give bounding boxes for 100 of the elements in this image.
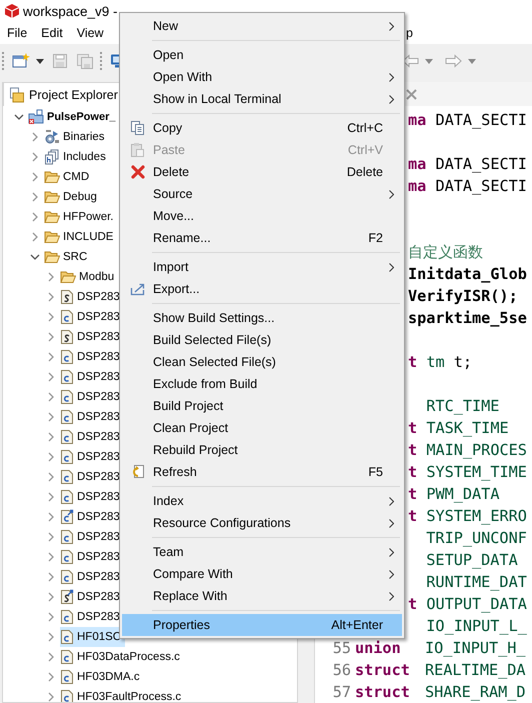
tree-item[interactable]: DSP283	[60, 327, 124, 347]
c-file-icon	[60, 569, 74, 585]
linked-c-file-icon	[60, 509, 74, 525]
menu-item[interactable]: Export...	[122, 278, 402, 300]
tree-item[interactable]: DSP283	[60, 587, 124, 607]
menu-item[interactable]: Build Project	[122, 395, 402, 417]
c-file-icon	[60, 369, 74, 385]
menu-item[interactable]: Open	[122, 44, 402, 66]
folder-icon	[44, 230, 60, 244]
c-file-icon	[60, 469, 74, 485]
caret-icon[interactable]	[36, 58, 44, 64]
menu-item[interactable]: Copy Ctrl+C	[122, 117, 402, 139]
binaries-icon	[44, 129, 60, 145]
tree-item[interactable]: HF03DMA.c	[60, 667, 144, 687]
tree-item[interactable]: DSP283	[60, 467, 124, 487]
c-file-icon	[60, 349, 74, 365]
menu-item[interactable]: Delete Delete	[122, 161, 402, 183]
menu-item[interactable]: Exclude from Build	[122, 373, 402, 395]
code-line: ma DATA_SECTI	[408, 176, 527, 197]
line-number: 56	[332, 660, 351, 681]
tree-item[interactable]: INCLUDE	[44, 227, 118, 247]
folder-icon	[44, 190, 60, 204]
asm-file-icon	[60, 329, 74, 345]
asm-file-icon	[60, 289, 74, 305]
c-file-icon	[60, 649, 74, 665]
tree-item[interactable]: HF03DataProcess.c	[60, 647, 184, 667]
menu-item[interactable]: Replace With	[122, 585, 402, 607]
code-line: RTC_TIME	[425, 396, 500, 417]
menu-item[interactable]: Team	[122, 541, 402, 563]
tree-item[interactable]: PulsePower_	[28, 107, 120, 127]
c-file-icon	[60, 409, 74, 425]
tree-item[interactable]: DSP283	[60, 607, 124, 627]
menu-item[interactable]: Source	[122, 183, 402, 205]
tree-item[interactable]: DSP283	[60, 287, 124, 307]
code-line: struct SHARE_RAM_D	[355, 682, 526, 703]
menu-item[interactable]: Move...	[122, 205, 402, 227]
paste-icon	[130, 142, 145, 158]
includes-icon	[44, 149, 60, 165]
tree-item[interactable]: DSP283	[60, 507, 124, 527]
menu-item[interactable]: Index	[122, 490, 402, 512]
menu-item[interactable]: Refresh F5	[122, 461, 402, 483]
back-arrow-icon[interactable]	[402, 54, 419, 68]
app-logo-icon	[4, 3, 20, 19]
line-number: 55	[332, 638, 351, 659]
new-wizard-icon[interactable]	[12, 53, 30, 69]
c-file-icon	[60, 609, 74, 625]
code-line: IO_INPUT_L_	[425, 616, 527, 637]
menu-item[interactable]: File	[0, 26, 34, 40]
c-file-icon	[60, 689, 74, 702]
menu-item[interactable]: p	[406, 26, 413, 40]
forward-arrow-icon[interactable]	[445, 54, 462, 68]
c-file-icon	[60, 549, 74, 565]
c-file-icon	[60, 629, 74, 645]
menu-item[interactable]: Build Selected File(s)	[122, 329, 402, 351]
c-file-icon	[60, 669, 74, 685]
tree-item[interactable]: DSP283	[60, 427, 124, 447]
copy-icon	[130, 120, 145, 136]
menu-item[interactable]: Properties Alt+Enter	[122, 614, 402, 636]
menu-item[interactable]: New	[122, 15, 402, 37]
tree-item[interactable]: HFPower.	[44, 207, 118, 227]
code-line: t tm t;	[408, 352, 472, 373]
tree-item[interactable]: DSP283	[60, 447, 124, 467]
menu-item[interactable]: Edit	[34, 26, 70, 40]
tree-item[interactable]: DSP283	[60, 367, 124, 387]
tree-item[interactable]: Modbu	[60, 267, 118, 287]
code-line: VerifyISR();	[408, 286, 518, 307]
tree-item[interactable]: DSP283	[60, 567, 124, 587]
tree-item[interactable]: Binaries	[44, 127, 109, 147]
save-icon[interactable]	[52, 53, 68, 69]
code-line: ma DATA_SECTI	[408, 154, 527, 175]
tree-item[interactable]: HF01SC	[60, 627, 126, 647]
menu-item[interactable]: Rename... F2	[122, 227, 402, 249]
menu-item[interactable]: Import	[122, 256, 402, 278]
c-file-icon	[60, 489, 74, 505]
menu-item[interactable]: Show Build Settings...	[122, 307, 402, 329]
menu-item[interactable]: Rebuild Project	[122, 439, 402, 461]
save-all-icon[interactable]	[76, 52, 94, 70]
folder-icon	[44, 170, 60, 184]
menu-item[interactable]: View	[70, 26, 111, 40]
menu-item[interactable]: Resource Configurations	[122, 512, 402, 534]
close-icon[interactable]	[406, 88, 417, 100]
tree-item[interactable]: DSP283	[60, 527, 124, 547]
menu-item[interactable]: Compare With	[122, 563, 402, 585]
tree-item[interactable]: DSP283	[60, 307, 124, 327]
tree-item[interactable]: DSP283	[60, 487, 124, 507]
folder-icon	[44, 210, 60, 224]
tree-item[interactable]: DSP283	[60, 407, 124, 427]
explorer-icon	[9, 86, 25, 102]
menu-item[interactable]: Clean Selected File(s)	[122, 351, 402, 373]
c-file-icon	[60, 309, 74, 325]
tree-item[interactable]: Includes	[44, 147, 110, 167]
tree-item[interactable]: DSP283	[60, 547, 124, 567]
tree-item[interactable]: Debug	[44, 187, 101, 207]
menu-item[interactable]: Clean Project	[122, 417, 402, 439]
tree-item[interactable]: CMD	[44, 167, 94, 187]
code-line: Initdata_Glob	[408, 264, 527, 285]
tree-item[interactable]: SRC	[44, 247, 92, 267]
tree-item[interactable]: HF03FaultProcess.c	[60, 687, 186, 702]
tree-item[interactable]: DSP283	[60, 387, 124, 407]
tree-item[interactable]: DSP283	[60, 347, 124, 367]
